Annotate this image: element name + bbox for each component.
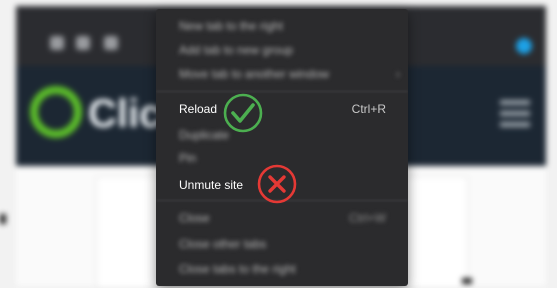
- chevron-right-icon: ›: [396, 67, 400, 81]
- menu-item-label: Close other tabs: [179, 237, 267, 251]
- background-glyph: [0, 214, 6, 224]
- menu-item-shortcut: Ctrl+W: [349, 211, 386, 225]
- menu-item-label: Move tab to another window: [179, 67, 330, 81]
- menu-item-reload[interactable]: Reload Ctrl+R: [156, 98, 408, 120]
- profile-avatar[interactable]: [516, 38, 532, 54]
- hamburger-menu-icon[interactable]: [500, 100, 530, 133]
- menu-item-label: Reload: [179, 102, 218, 116]
- tab-context-menu: New tab to the right Add tab to new grou…: [156, 9, 408, 286]
- menu-item-label: New tab to the right: [179, 19, 284, 33]
- reload-icon[interactable]: [104, 36, 118, 50]
- cross-circle-icon: [257, 164, 297, 204]
- checkmark-circle-icon: [223, 93, 263, 133]
- back-icon[interactable]: [50, 36, 64, 50]
- menu-item-label: Unmute site: [179, 178, 244, 192]
- site-logo-icon: [30, 86, 82, 138]
- menu-item-close-others[interactable]: Close other tabs: [156, 233, 408, 255]
- menu-item-label: Pin: [179, 151, 197, 165]
- background-glyph: [462, 278, 472, 284]
- menu-item-shortcut: Ctrl+R: [351, 102, 386, 116]
- menu-item-label: Close tabs to the right: [179, 262, 296, 276]
- site-logo-text: Clic: [88, 92, 162, 136]
- menu-item-label: Add tab to new group: [179, 43, 294, 57]
- menu-item-new-tab-right[interactable]: New tab to the right: [156, 15, 408, 37]
- menu-item-duplicate[interactable]: Duplicate: [156, 124, 408, 146]
- menu-item-label: Close: [179, 211, 210, 225]
- menu-item-add-to-group[interactable]: Add tab to new group: [156, 39, 408, 61]
- menu-separator: [156, 91, 408, 92]
- menu-item-close-right[interactable]: Close tabs to the right: [156, 258, 408, 280]
- menu-item-close[interactable]: Close Ctrl+W: [156, 207, 408, 229]
- forward-icon[interactable]: [76, 36, 90, 50]
- menu-item-move-tab[interactable]: Move tab to another window ›: [156, 63, 408, 85]
